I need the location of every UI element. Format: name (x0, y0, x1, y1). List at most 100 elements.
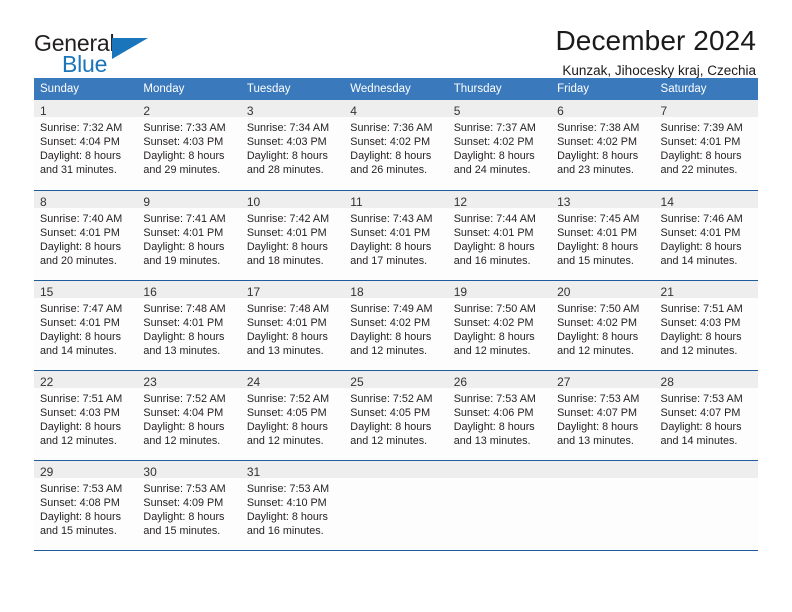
calendar-day-cell[interactable]: 1 Sunrise: 7:32 AM Sunset: 4:04 PM Daylight… (34, 100, 138, 190)
day-details (448, 478, 551, 482)
day-number: 16 (137, 280, 241, 298)
sunset-text: Sunset: 4:02 PM (557, 316, 637, 329)
day-number: 1 (34, 100, 138, 117)
day-details: Sunrise: 7:51 AM Sunset: 4:03 PM Daylight:… (655, 298, 758, 358)
sunset-text: Sunset: 4:08 PM (40, 496, 120, 509)
sunrise-text: Sunrise: 7:32 AM (40, 122, 123, 134)
calendar-day-cell[interactable]: 31 Sunrise: 7:53 AM Sunset: 4:10 PM Dayligh… (240, 459, 345, 550)
page-title: December 2024 (555, 25, 756, 56)
daylight-text-line1: Daylight: 8 hours (246, 240, 328, 253)
sunset-text: Sunset: 4:03 PM (246, 136, 327, 148)
daylight-text-line2: and 28 minutes. (246, 164, 324, 176)
daylight-text-line2: and 16 minutes. (453, 254, 531, 267)
daylight-text-line1: Daylight: 8 hours (557, 240, 639, 253)
day-number: 5 (447, 100, 552, 117)
daylight-text-line1: Daylight: 8 hours (246, 420, 328, 433)
weekday-header-friday: Friday (551, 78, 655, 100)
calendar-day-cell[interactable]: 18 Sunrise: 7:49 AM Sunset: 4:02 PM Dayligh… (344, 279, 448, 370)
calendar-day-cell[interactable]: 2 Sunrise: 7:33 AM Sunset: 4:03 PM Daylight… (137, 100, 241, 190)
day-details: Sunrise: 7:53 AM Sunset: 4:08 PM Daylight:… (34, 478, 137, 538)
daylight-text-line1: Daylight: 8 hours (453, 150, 535, 162)
calendar-day-cell[interactable]: 19 Sunrise: 7:50 AM Sunset: 4:02 PM Dayligh… (447, 279, 552, 370)
calendar-day-cell[interactable]: 4 Sunrise: 7:36 AM Sunset: 4:02 PM Daylight… (344, 100, 448, 190)
calendar-day-cell[interactable]: 17 Sunrise: 7:48 AM Sunset: 4:01 PM Dayligh… (240, 279, 345, 370)
calendar-day-cell[interactable]: 21 Sunrise: 7:51 AM Sunset: 4:03 PM Dayligh… (654, 279, 758, 370)
calendar-day-cell[interactable]: 24 Sunrise: 7:52 AM Sunset: 4:05 PM Dayligh… (240, 369, 345, 460)
sunrise-text: Sunrise: 7:48 AM (246, 302, 330, 315)
calendar-day-cell[interactable]: 25 Sunrise: 7:52 AM Sunset: 4:05 PM Dayligh… (344, 369, 448, 460)
calendar-day-cell[interactable]: 7 Sunrise: 7:39 AM Sunset: 4:01 PM Daylight… (654, 100, 758, 190)
calendar-day-cell[interactable]: 22 Sunrise: 7:51 AM Sunset: 4:03 PM Dayligh… (34, 369, 138, 460)
calendar-week-row: 29 Sunrise: 7:53 AM Sunset: 4:08 PM Dayligh… (34, 459, 758, 550)
calendar-day-cell[interactable]: 8 Sunrise: 7:40 AM Sunset: 4:01 PM Daylight… (34, 189, 138, 280)
title-block: December 2024 Kunzak, Jihocesky kraj, Cz… (555, 26, 758, 79)
daylight-text-line1: Daylight: 8 hours (40, 240, 122, 253)
calendar-day-cell[interactable]: 26 Sunrise: 7:53 AM Sunset: 4:06 PM Dayligh… (447, 369, 552, 460)
daylight-text-line1: Daylight: 8 hours (350, 330, 432, 343)
sunset-text: Sunset: 4:07 PM (660, 406, 741, 419)
calendar-day-cell-empty (344, 459, 448, 550)
daylight-text-line2: and 18 minutes. (246, 254, 324, 267)
calendar-day-cell[interactable]: 6 Sunrise: 7:38 AM Sunset: 4:02 PM Daylight… (551, 100, 655, 190)
calendar-day-cell[interactable]: 30 Sunrise: 7:53 AM Sunset: 4:09 PM Dayligh… (137, 459, 241, 550)
calendar-day-cell[interactable]: 13 Sunrise: 7:45 AM Sunset: 4:01 PM Dayligh… (551, 189, 655, 280)
calendar-day-cell[interactable]: 12 Sunrise: 7:44 AM Sunset: 4:01 PM Dayligh… (447, 189, 552, 280)
calendar-body: 1 Sunrise: 7:32 AM Sunset: 4:04 PM Daylight… (34, 100, 758, 550)
brand-name-bottom: Blue (62, 51, 108, 77)
day-number: 8 (34, 190, 138, 208)
day-details: Sunrise: 7:50 AM Sunset: 4:02 PM Daylight:… (551, 298, 654, 358)
day-details: Sunrise: 7:44 AM Sunset: 4:01 PM Daylight:… (448, 208, 551, 268)
weekday-header-monday: Monday (137, 78, 241, 100)
sunset-text: Sunset: 4:03 PM (40, 406, 120, 419)
day-details: Sunrise: 7:48 AM Sunset: 4:01 PM Daylight:… (241, 298, 344, 358)
day-number: 11 (344, 190, 448, 208)
daylight-text-line1: Daylight: 8 hours (453, 420, 535, 433)
sunrise-text: Sunrise: 7:42 AM (246, 212, 330, 225)
day-number: 4 (344, 100, 448, 117)
sunset-text: Sunset: 4:01 PM (246, 316, 327, 329)
sunset-text: Sunset: 4:03 PM (660, 316, 741, 329)
daylight-text-line2: and 14 minutes. (660, 434, 738, 447)
sunrise-text: Sunrise: 7:53 AM (143, 482, 226, 495)
calendar-day-cell[interactable]: 23 Sunrise: 7:52 AM Sunset: 4:04 PM Dayligh… (137, 369, 241, 460)
calendar-day-cell[interactable]: 29 Sunrise: 7:53 AM Sunset: 4:08 PM Dayligh… (34, 459, 138, 550)
sunrise-text: Sunrise: 7:51 AM (40, 392, 123, 405)
calendar-day-cell[interactable]: 28 Sunrise: 7:53 AM Sunset: 4:07 PM Dayligh… (654, 369, 758, 460)
calendar-day-cell[interactable]: 11 Sunrise: 7:43 AM Sunset: 4:01 PM Dayligh… (344, 189, 448, 280)
daylight-text-line1: Daylight: 8 hours (453, 330, 535, 343)
triangle-icon (112, 38, 148, 59)
calendar-day-cell[interactable]: 20 Sunrise: 7:50 AM Sunset: 4:02 PM Dayligh… (551, 279, 655, 370)
daylight-text-line1: Daylight: 8 hours (40, 420, 122, 433)
sunset-text: Sunset: 4:01 PM (350, 226, 431, 239)
daylight-text-line1: Daylight: 8 hours (660, 240, 742, 253)
calendar-day-cell[interactable]: 27 Sunrise: 7:53 AM Sunset: 4:07 PM Dayligh… (551, 369, 655, 460)
daylight-text-line1: Daylight: 8 hours (557, 150, 639, 162)
calendar-day-cell[interactable]: 5 Sunrise: 7:37 AM Sunset: 4:02 PM Daylight… (447, 100, 552, 190)
calendar-day-cell[interactable]: 3 Sunrise: 7:34 AM Sunset: 4:03 PM Daylight… (240, 100, 345, 190)
calendar-day-cell[interactable]: 14 Sunrise: 7:46 AM Sunset: 4:01 PM Dayligh… (654, 189, 758, 280)
calendar-day-cell[interactable]: 16 Sunrise: 7:48 AM Sunset: 4:01 PM Dayligh… (137, 279, 241, 370)
day-details: Sunrise: 7:53 AM Sunset: 4:06 PM Daylight:… (448, 388, 551, 448)
location-subtitle: Kunzak, Jihocesky kraj, Czechia (562, 63, 756, 79)
day-details: Sunrise: 7:42 AM Sunset: 4:01 PM Daylight:… (241, 208, 344, 268)
day-details: Sunrise: 7:53 AM Sunset: 4:10 PM Daylight:… (241, 478, 344, 538)
daylight-text-line2: and 20 minutes. (40, 254, 117, 267)
calendar-day-cell[interactable]: 10 Sunrise: 7:42 AM Sunset: 4:01 PM Dayligh… (240, 189, 345, 280)
day-number: 17 (240, 280, 345, 298)
daylight-text-line2: and 12 minutes. (40, 434, 117, 447)
calendar-week-row: 22 Sunrise: 7:51 AM Sunset: 4:03 PM Dayligh… (34, 369, 758, 460)
sunset-text: Sunset: 4:01 PM (660, 226, 741, 239)
brand-logo[interactable]: General Blue (34, 26, 154, 78)
day-number: 22 (34, 370, 138, 388)
calendar-day-cell[interactable]: 9 Sunrise: 7:41 AM Sunset: 4:01 PM Daylight… (137, 189, 241, 280)
sunrise-text: Sunrise: 7:51 AM (660, 302, 743, 315)
sunset-text: Sunset: 4:01 PM (453, 226, 534, 239)
daylight-text-line1: Daylight: 8 hours (350, 150, 432, 162)
calendar-page: General Blue December 2024 Kunzak, Jihoc… (0, 0, 792, 612)
daylight-text-line2: and 24 minutes. (453, 164, 531, 176)
sunset-text: Sunset: 4:10 PM (246, 496, 327, 509)
calendar-day-cell[interactable]: 15 Sunrise: 7:47 AM Sunset: 4:01 PM Dayligh… (34, 279, 138, 370)
table-bottom-rule (34, 550, 758, 551)
day-number: 19 (447, 280, 552, 298)
daylight-text-line2: and 12 minutes. (143, 434, 221, 447)
